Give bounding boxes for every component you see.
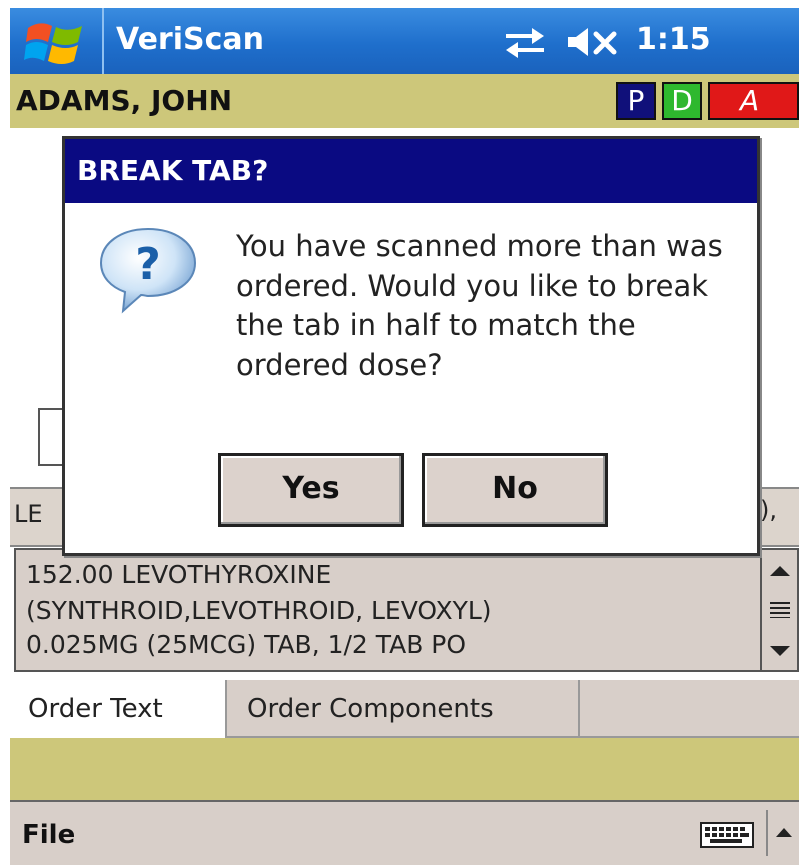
break-tab-dialog: BREAK TAB? ? You have scanned more than … <box>62 136 760 556</box>
order-text-box[interactable]: 152.00 LEVOTHYROXINE (SYNTHROID,LEVOTHRO… <box>14 548 762 672</box>
windows-logo-icon[interactable] <box>24 18 86 66</box>
dialog-title: BREAK TAB? <box>65 139 757 203</box>
patient-bar: ADAMS, JOHN P D A <box>10 74 799 128</box>
svg-text:?: ? <box>135 239 161 290</box>
connectivity-icon[interactable] <box>502 24 548 58</box>
title-bar: VeriScan 1:15 <box>10 8 799 74</box>
yes-button[interactable]: Yes <box>218 453 404 527</box>
menu-separator <box>766 810 768 856</box>
scroll-up-icon[interactable] <box>770 566 790 576</box>
medication-strip-text-right: ), <box>760 496 777 524</box>
order-text-line: (SYNTHROID,LEVOTHROID, LEVOXYL) <box>26 596 492 625</box>
clock[interactable]: 1:15 <box>636 22 711 57</box>
volume-muted-icon[interactable] <box>566 26 624 58</box>
tab-order-text[interactable]: Order Text <box>10 680 225 738</box>
medication-strip-text: LE <box>14 500 43 528</box>
order-text-scrollbar[interactable] <box>762 548 799 672</box>
tab-order-components[interactable]: Order Components <box>225 680 580 738</box>
tab-bar-filler <box>580 680 799 738</box>
dialog-message: You have scanned more than was ordered. … <box>236 229 723 382</box>
status-band <box>10 738 799 800</box>
question-bubble-icon: ? <box>99 227 197 314</box>
scroll-down-icon[interactable] <box>770 646 790 656</box>
badge-p[interactable]: P <box>616 82 656 120</box>
order-text-line: 0.025MG (25MCG) TAB, 1/2 TAB PO <box>26 630 467 659</box>
title-separator <box>102 8 104 74</box>
patient-name: ADAMS, JOHN <box>16 84 233 117</box>
badge-d[interactable]: D <box>662 82 702 120</box>
scroll-thumb-icon[interactable] <box>770 602 790 618</box>
badge-a[interactable]: A <box>708 82 799 120</box>
menu-bar: File <box>10 800 799 865</box>
tab-bar: Order Text Order Components <box>10 680 799 738</box>
input-panel-up-icon[interactable] <box>776 828 792 837</box>
keyboard-icon[interactable] <box>700 822 754 848</box>
no-button[interactable]: No <box>422 453 608 527</box>
order-text-line: 152.00 LEVOTHYROXINE <box>26 560 332 589</box>
app-title: VeriScan <box>116 22 264 57</box>
file-menu[interactable]: File <box>22 820 75 850</box>
